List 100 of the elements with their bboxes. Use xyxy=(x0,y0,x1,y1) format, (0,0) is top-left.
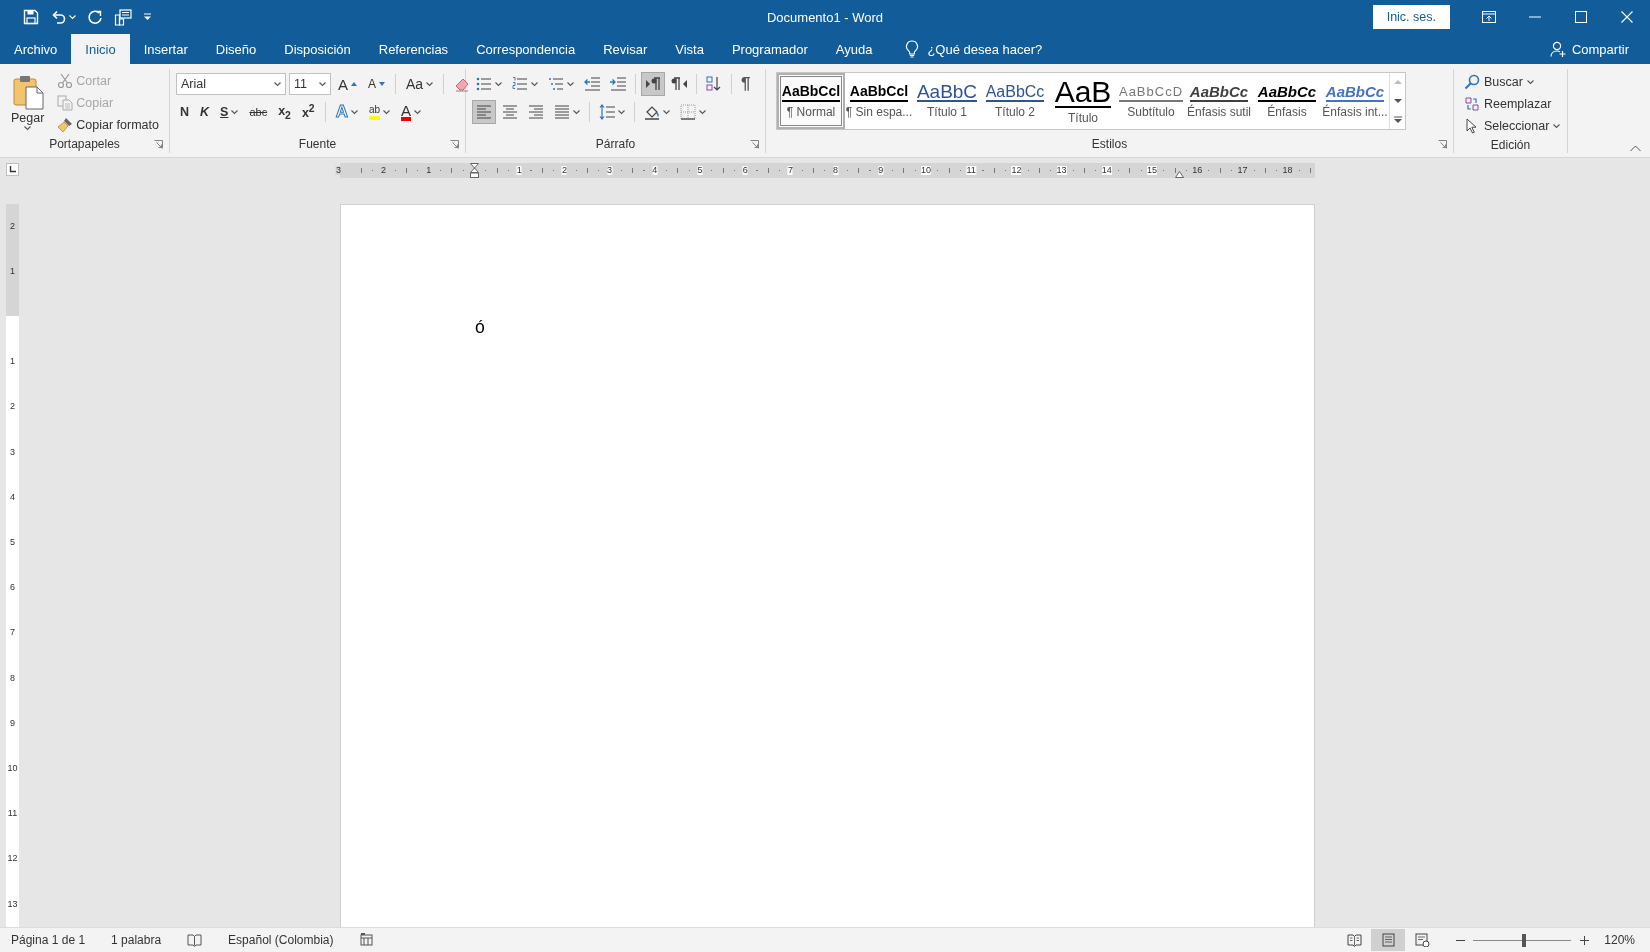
caret-icon xyxy=(618,109,625,115)
word-count[interactable]: 1 palabra xyxy=(108,928,165,952)
language-button[interactable]: Español (Colombia) xyxy=(225,928,337,952)
ribbon-tab[interactable]: Insertar xyxy=(129,34,202,64)
replace-button[interactable]: Reemplazar xyxy=(1460,93,1565,115)
dialog-launcher-icon[interactable] xyxy=(1438,139,1447,149)
style-item[interactable]: AaBbCcl ¶ Sin espa... xyxy=(845,73,913,129)
ribbon-tab[interactable]: Archivo xyxy=(0,34,72,64)
change-case-button[interactable]: Aa xyxy=(402,72,438,96)
ribbon-tab[interactable]: Disposición xyxy=(270,34,365,64)
dialog-launcher-icon[interactable] xyxy=(450,139,459,149)
dialog-launcher-icon[interactable] xyxy=(154,139,163,149)
ruler-number: 6 xyxy=(742,166,748,175)
ruler-number: 3 xyxy=(10,447,15,457)
select-button[interactable]: Seleccionar xyxy=(1460,115,1565,137)
marks-button[interactable]: ¶ xyxy=(737,72,755,96)
ribbon-tab[interactable]: Ayuda xyxy=(821,34,887,64)
save-button[interactable] xyxy=(22,8,40,26)
ribbon-tab[interactable]: Referencias xyxy=(364,34,463,64)
dialog-launcher-icon[interactable] xyxy=(750,139,759,149)
sign-in-button[interactable]: Inic. ses. xyxy=(1372,5,1450,29)
format-painter-button[interactable]: Copiar formato xyxy=(53,115,163,135)
clipboard-icon xyxy=(11,74,44,110)
ruler-number: 5 xyxy=(10,537,15,547)
style-item[interactable]: AaB Título xyxy=(1049,73,1117,129)
ruler-number: 13 xyxy=(7,899,18,909)
table-check-icon xyxy=(359,933,375,947)
replace-icon xyxy=(1464,96,1480,112)
ruler-number: 16 xyxy=(1192,166,1203,175)
tell-me-search[interactable]: ¿Qué desea hacer? xyxy=(900,34,1048,64)
zoom-level[interactable]: 120% xyxy=(1603,932,1636,948)
style-item[interactable]: AaBbCcl ¶ Normal xyxy=(777,73,845,129)
group-label: Párrafo xyxy=(594,137,637,151)
bold-button[interactable]: N xyxy=(176,100,194,124)
caret-icon xyxy=(699,109,706,115)
align-left-button[interactable] xyxy=(472,100,496,124)
font-color-button[interactable]: A xyxy=(397,100,426,124)
group-label: Fuente xyxy=(297,137,338,151)
left-to-right-button[interactable] xyxy=(641,72,665,96)
ribbon-tab[interactable]: Inicio xyxy=(71,34,130,64)
align-left-icon xyxy=(476,104,492,120)
ruler-number: 8 xyxy=(833,166,839,175)
paste-button[interactable]: Pegar xyxy=(6,71,50,135)
style-item[interactable]: AaBbCc Énfasis int... xyxy=(1321,73,1389,129)
collapse-ribbon-button[interactable] xyxy=(1629,144,1642,153)
decrease-indent-icon xyxy=(584,76,600,92)
shrink-font-button[interactable]: A xyxy=(364,72,390,96)
ribbon-tab[interactable]: Programador xyxy=(717,34,822,64)
style-item[interactable]: AaBbCc Título 2 xyxy=(981,73,1049,129)
ribbon-tab[interactable]: Correspondencia xyxy=(462,34,590,64)
caret-icon xyxy=(24,126,32,131)
ruler-number: 7 xyxy=(787,166,793,175)
eraser-icon xyxy=(454,76,471,92)
ribbon-tab[interactable]: Diseño xyxy=(201,34,271,64)
ruler-number: 10 xyxy=(921,166,931,175)
strikethrough-button[interactable]: abc xyxy=(245,100,272,124)
style-item[interactable]: AaBbCc Énfasis sutil xyxy=(1185,73,1253,129)
print-layout-button[interactable] xyxy=(1371,929,1406,951)
ruler-number: 4 xyxy=(652,166,658,175)
share-button[interactable]: Compartir xyxy=(1548,34,1630,64)
indent-marker-icon[interactable] xyxy=(1174,171,1184,178)
zoom-in-button[interactable] xyxy=(1577,933,1592,947)
caret-icon xyxy=(231,109,239,115)
ruler-number: 18 xyxy=(1282,166,1293,175)
left-to-right-icon xyxy=(645,76,661,92)
ribbon-tab[interactable]: Revisar xyxy=(589,34,662,64)
page-count[interactable]: Página 1 de 1 xyxy=(8,928,89,952)
tab-selector-button[interactable] xyxy=(6,163,19,176)
ruler-number: 9 xyxy=(10,718,15,728)
highlight-button[interactable]: ab xyxy=(364,100,395,124)
justify-icon xyxy=(554,104,570,120)
touch-mode-button[interactable] xyxy=(113,7,133,27)
font-size-field[interactable]: 11 xyxy=(289,73,331,95)
underline-button[interactable]: S xyxy=(216,100,243,124)
style-item[interactable]: AaBbCc Énfasis xyxy=(1253,73,1321,129)
indent-marker-icon[interactable] xyxy=(469,163,479,178)
paintbrush-icon xyxy=(57,117,74,133)
web-page-icon xyxy=(1414,933,1430,947)
numbered-list-icon xyxy=(512,76,528,92)
ribbon-tab[interactable]: Vista xyxy=(661,34,718,64)
superscript-button[interactable]: x$^{2}$ xyxy=(297,100,319,124)
search-button[interactable]: Buscar xyxy=(1460,71,1565,93)
caret-icon xyxy=(531,81,538,87)
customize-button[interactable] xyxy=(142,12,153,22)
subscript-button[interactable]: x$_{2}$ xyxy=(274,100,295,124)
font-name-field[interactable]: Arial xyxy=(176,73,286,95)
ruler-number: 1 xyxy=(516,166,522,175)
maximize-icon xyxy=(1575,11,1587,23)
slider-thumb[interactable] xyxy=(1522,933,1527,947)
italic-button[interactable]: K xyxy=(196,100,214,124)
line-spacing-icon xyxy=(599,104,615,120)
grow-font-button[interactable]: A xyxy=(334,72,361,96)
right-to-left-icon xyxy=(671,76,687,92)
style-item[interactable]: AaBbCcD Subtítulo xyxy=(1117,73,1185,129)
style-item[interactable]: AaBbC Título 1 xyxy=(913,73,981,129)
copy-icon xyxy=(57,95,74,111)
redo-button[interactable] xyxy=(86,8,104,26)
scroll-up-icon xyxy=(1393,78,1402,87)
ribbon-display-icon xyxy=(1482,11,1496,23)
window-title: Documento1 - Word xyxy=(766,9,884,25)
